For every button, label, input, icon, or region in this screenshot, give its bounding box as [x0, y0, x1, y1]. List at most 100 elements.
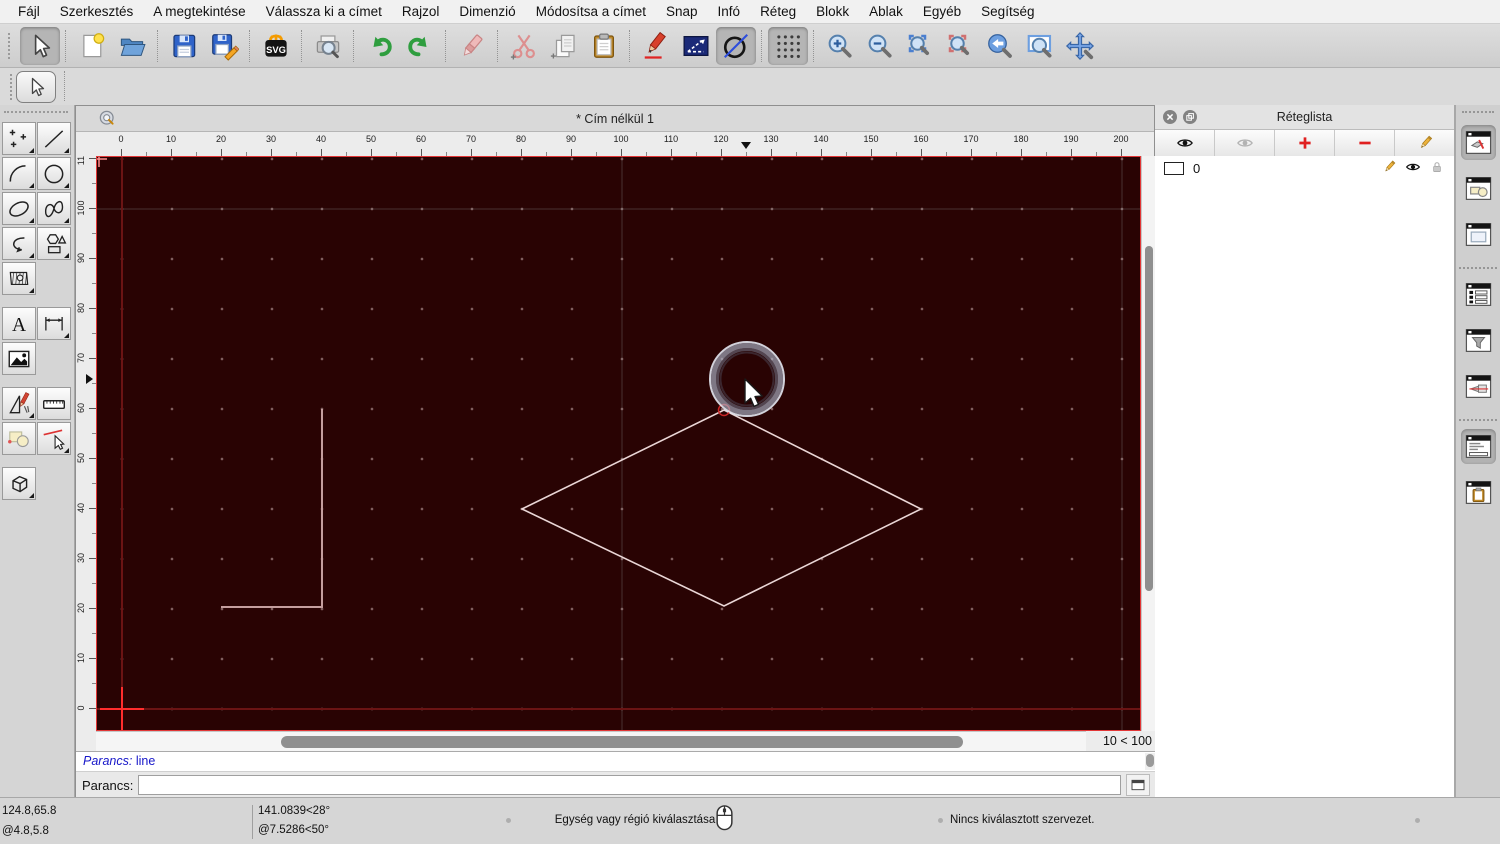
- command-input[interactable]: [138, 775, 1121, 795]
- layer-color-swatch[interactable]: [1164, 162, 1184, 175]
- toggle-clipboard-button[interactable]: [1461, 475, 1496, 510]
- menu-11[interactable]: Blokk: [806, 0, 859, 24]
- vertical-scrollbar-thumb[interactable]: [1144, 246, 1153, 591]
- edit-polyline-button[interactable]: [676, 27, 716, 65]
- tool-circle-button[interactable]: [37, 157, 71, 190]
- corner-crosshair: [97, 157, 107, 167]
- tool-select-button[interactable]: [37, 422, 71, 455]
- menu-14[interactable]: Segítség: [971, 0, 1044, 24]
- delete-entities-button[interactable]: [452, 27, 492, 65]
- menu-6[interactable]: Dimenzió: [449, 0, 525, 24]
- polar-absolute: 141.0839<28°: [258, 805, 331, 817]
- toggle-pen-settings-button[interactable]: [1461, 369, 1496, 404]
- zoom-out-icon: [868, 34, 892, 58]
- paste-button[interactable]: [584, 27, 624, 65]
- cut-button[interactable]: [504, 27, 544, 65]
- toggle-layer-list-button[interactable]: [1460, 125, 1496, 160]
- tool-hatch-button[interactable]: [2, 262, 36, 295]
- menu-3[interactable]: A megtekintése: [143, 0, 255, 24]
- menu-9[interactable]: Infó: [708, 0, 751, 24]
- toggle-command-line-button[interactable]: [1460, 429, 1496, 464]
- toggle-block-list-button[interactable]: [1461, 171, 1496, 206]
- menu-5[interactable]: Rajzol: [392, 0, 450, 24]
- toolbar-separator: [629, 29, 631, 62]
- tool-measure-button[interactable]: [37, 387, 71, 420]
- menu-7[interactable]: Módosítsa a címet: [526, 0, 656, 24]
- zoom-window-button[interactable]: [1020, 27, 1060, 65]
- tool-info-button[interactable]: [2, 422, 36, 455]
- horizontal-scrollbar-thumb[interactable]: [281, 735, 963, 748]
- menu-2[interactable]: Szerkesztés: [50, 0, 144, 24]
- drawing-canvas[interactable]: [96, 156, 1141, 731]
- new-drawing-button[interactable]: [72, 27, 112, 65]
- line-entity[interactable]: [221, 409, 323, 608]
- print-preview-button[interactable]: [308, 27, 348, 65]
- drawing-window-titlebar[interactable]: * Cím nélkül 1: [76, 106, 1154, 132]
- add-layer-button[interactable]: [1275, 130, 1335, 156]
- tool-spline-button[interactable]: [37, 192, 71, 225]
- draw-entities-button[interactable]: [636, 27, 676, 65]
- restrict-nothing-button[interactable]: [716, 26, 756, 65]
- menu-12[interactable]: Ablak: [859, 0, 913, 24]
- open-drawing-button[interactable]: [112, 27, 152, 65]
- save-drawing-as-button[interactable]: [204, 27, 244, 65]
- tool-polyline-button[interactable]: [2, 227, 36, 260]
- command-history-scrollbar-thumb[interactable]: [1146, 754, 1154, 767]
- ruler-tick: [571, 149, 572, 156]
- vertical-scrollbar[interactable]: [1141, 156, 1155, 731]
- horizontal-scrollbar[interactable]: [96, 731, 1086, 751]
- redo-button[interactable]: [400, 27, 440, 65]
- copy-button[interactable]: [544, 27, 584, 65]
- tool-text-button[interactable]: A: [2, 307, 36, 340]
- zoom-auto-button[interactable]: [900, 27, 940, 65]
- ruler-label: 80: [76, 303, 86, 314]
- tool-ellipse-button[interactable]: [2, 192, 36, 225]
- toggle-selection-filter-button[interactable]: [1461, 323, 1496, 358]
- command-history-scrollbar[interactable]: [1145, 753, 1155, 770]
- undo-button[interactable]: [360, 27, 400, 65]
- remove-layer-button[interactable]: [1335, 130, 1395, 156]
- dock-separator: [1459, 267, 1497, 269]
- tool-arc-button[interactable]: [2, 157, 36, 190]
- tool-line-button[interactable]: [37, 122, 71, 155]
- tool-3d-views-button[interactable]: [2, 467, 36, 500]
- svg-export-button[interactable]: SVG: [256, 27, 296, 65]
- snap-grid-button[interactable]: [768, 26, 808, 65]
- layer-edit-button[interactable]: [1373, 159, 1397, 178]
- edit-layer-button[interactable]: [1395, 130, 1454, 156]
- show-all-layers-button[interactable]: [1155, 130, 1215, 156]
- command-history-label: Parancs:: [83, 754, 133, 768]
- zoom-in-button[interactable]: [820, 27, 860, 65]
- tool-points-button[interactable]: [2, 122, 36, 155]
- tool-image-button[interactable]: [2, 342, 36, 375]
- zoom-pan-button[interactable]: [1060, 27, 1100, 65]
- dock-drag-handle[interactable]: [1462, 111, 1494, 113]
- zoom-previous-button[interactable]: [980, 27, 1020, 65]
- ruler-label: 60: [76, 403, 86, 414]
- toggle-entity-list-button[interactable]: [1461, 277, 1496, 312]
- ruler-tick: [821, 149, 822, 156]
- toggle-library-browser-button[interactable]: [1461, 217, 1496, 252]
- diamond-entity[interactable]: [520, 409, 923, 607]
- zoom-selection-button[interactable]: [940, 27, 980, 65]
- command-detach-button[interactable]: [1126, 774, 1150, 796]
- palette-drag-handle[interactable]: [4, 111, 68, 113]
- menu-13[interactable]: Egyéb: [913, 0, 971, 24]
- tool-dimension-button[interactable]: [37, 307, 71, 340]
- menu-8[interactable]: Snap: [656, 0, 708, 24]
- toolbar-drag-handle[interactable]: [8, 32, 14, 59]
- select-pointer-button[interactable]: [20, 26, 60, 65]
- tool-modify-button[interactable]: [2, 387, 36, 420]
- pencil-orange-icon: [1420, 135, 1432, 149]
- menu-4[interactable]: Válassza ki a címet: [256, 0, 392, 24]
- menu-10[interactable]: Réteg: [750, 0, 806, 24]
- hide-all-layers-button[interactable]: [1215, 130, 1275, 156]
- layer-visibility-button[interactable]: [1397, 159, 1421, 178]
- menu-1[interactable]: Fájl: [8, 0, 50, 24]
- tool-polygon-button[interactable]: [37, 227, 71, 260]
- zoom-out-button[interactable]: [860, 27, 900, 65]
- save-drawing-button[interactable]: [164, 27, 204, 65]
- layer-row[interactable]: 0: [1155, 156, 1454, 181]
- layer-lock-button[interactable]: [1421, 159, 1445, 178]
- tool-options-pointer-button[interactable]: [16, 71, 56, 103]
